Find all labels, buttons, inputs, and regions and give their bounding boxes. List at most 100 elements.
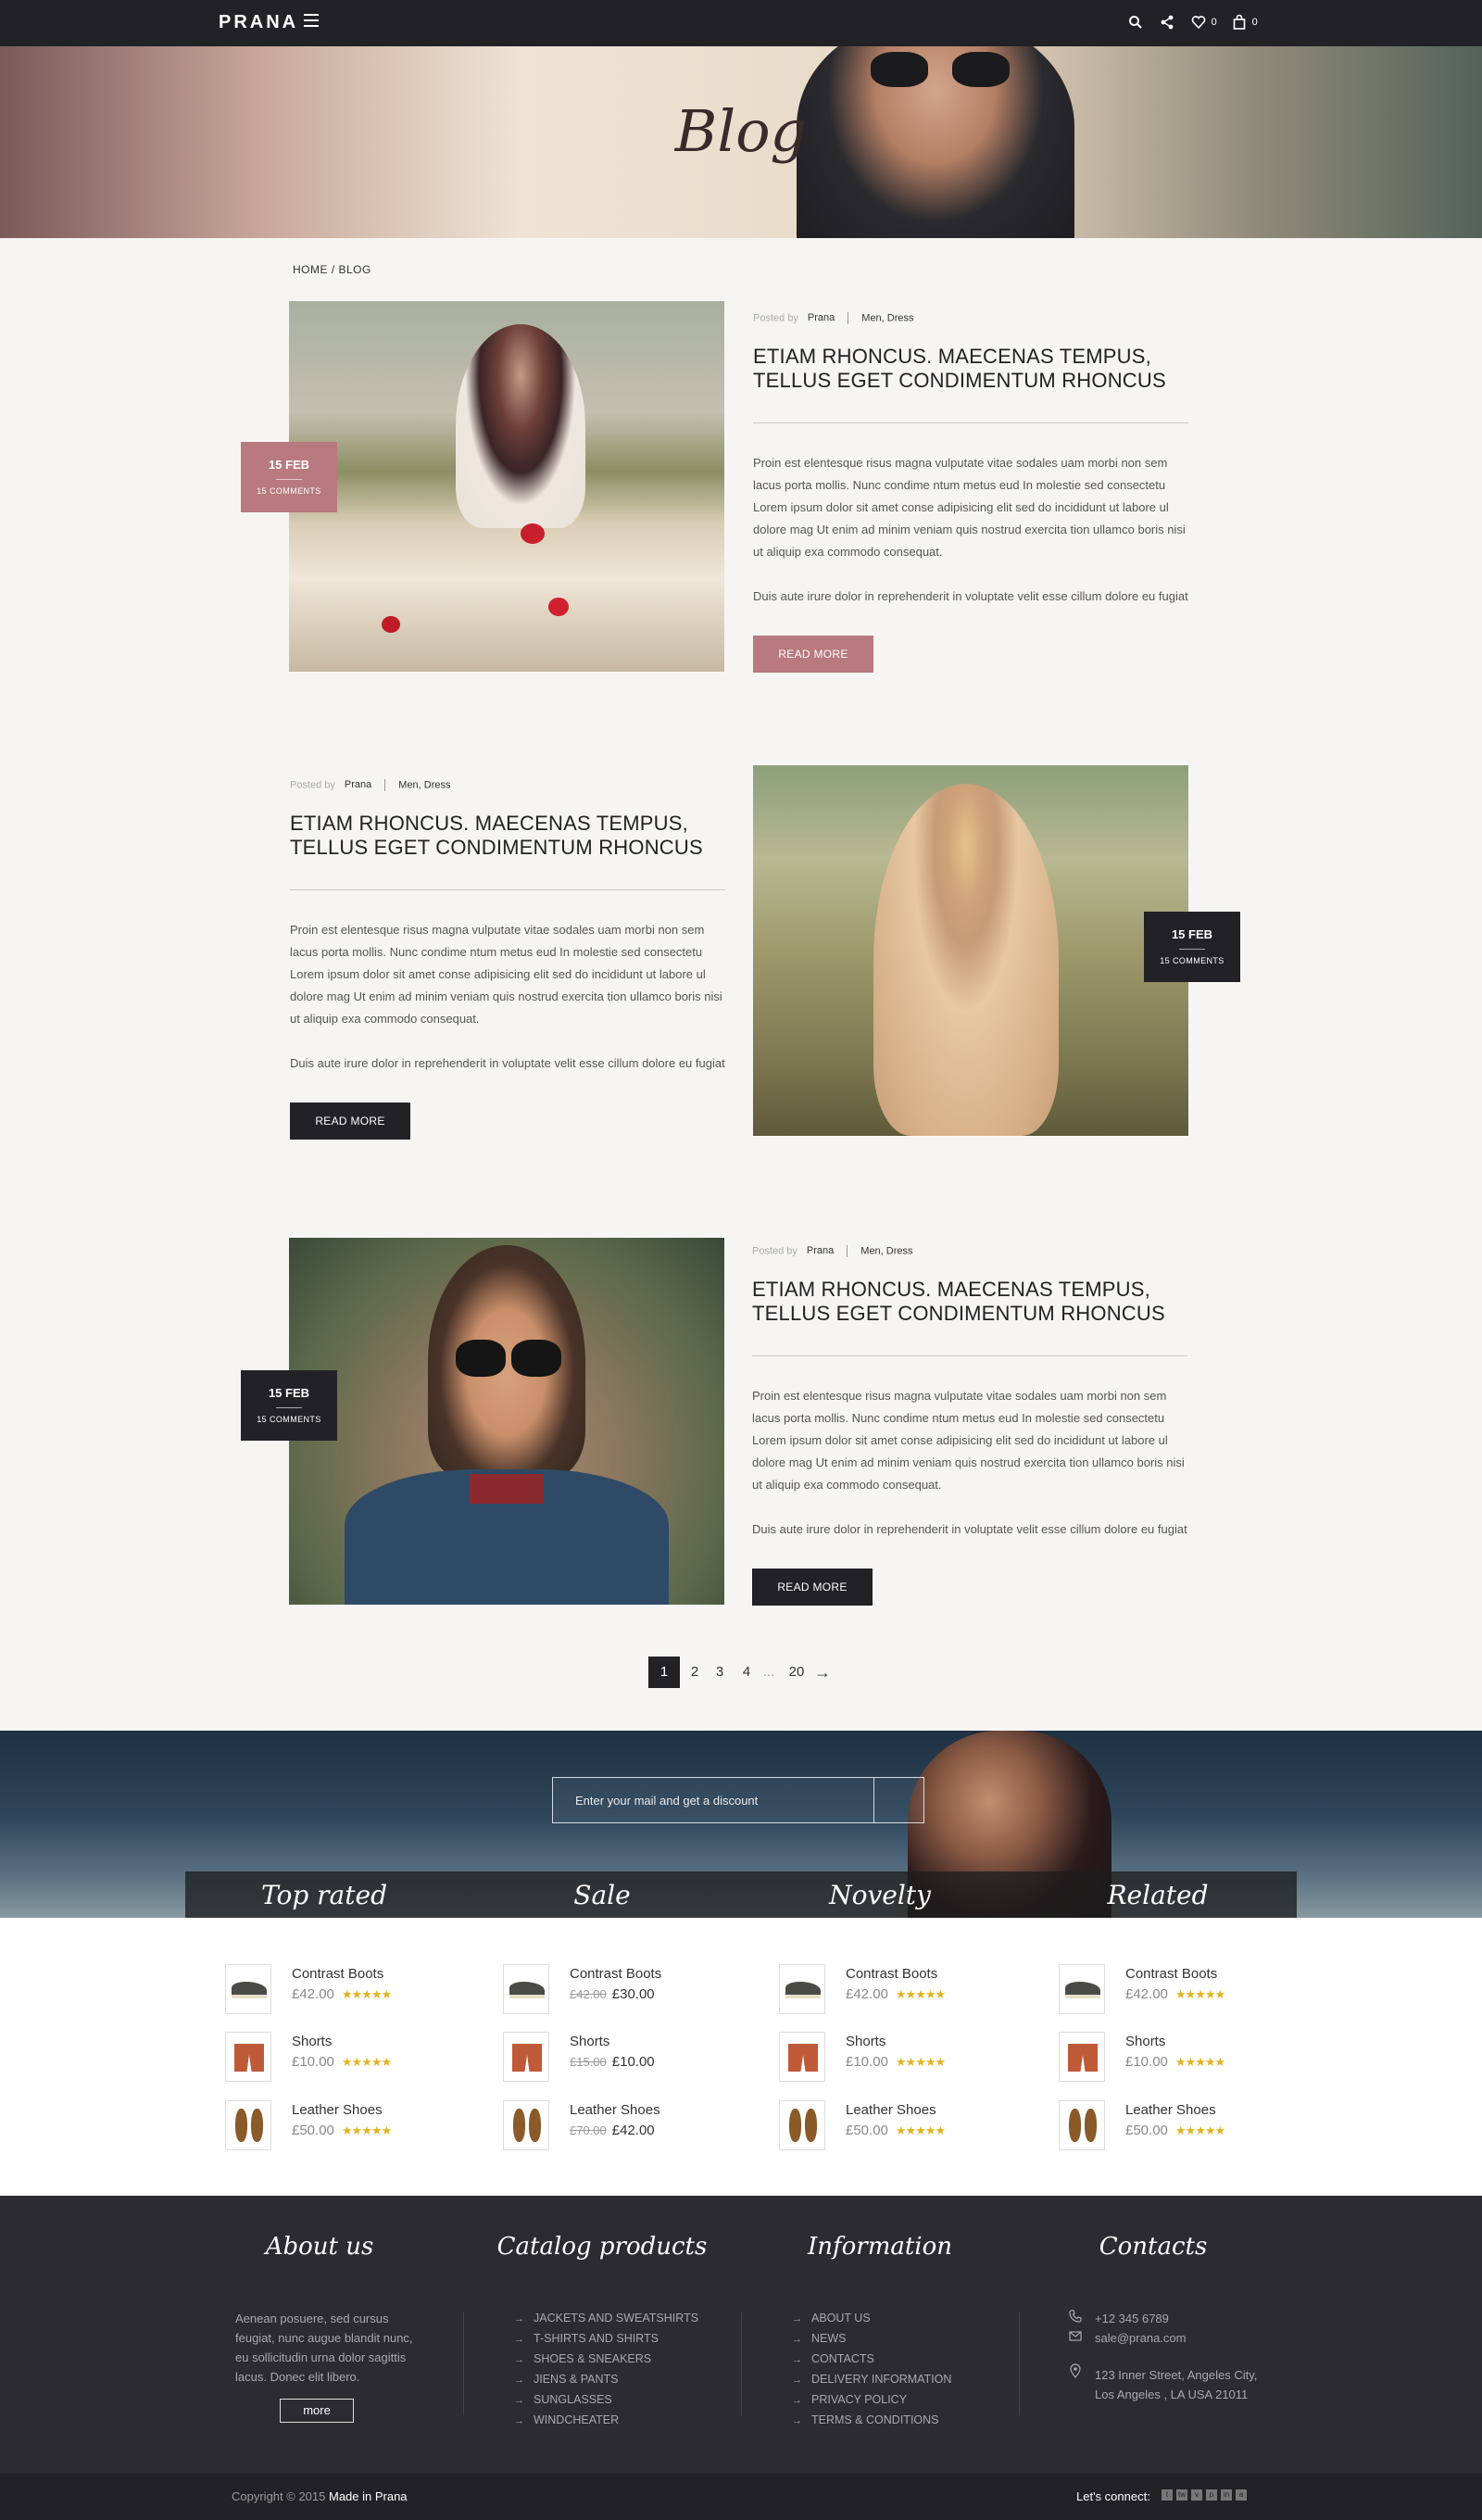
product-name[interactable]: Contrast Boots xyxy=(570,1966,661,1982)
page-link-current[interactable]: 1 xyxy=(648,1657,680,1688)
footer-link[interactable]: DELIVERY INFORMATION xyxy=(792,2370,951,2390)
product-item[interactable]: Contrast Boots £42.00 £30.00 xyxy=(503,1964,753,2016)
page-link[interactable]: 2 xyxy=(685,1657,704,1688)
social-icon[interactable]: a xyxy=(1236,2489,1247,2501)
logo[interactable]: PRANA xyxy=(219,12,298,33)
vimeo-icon[interactable]: v xyxy=(1191,2489,1202,2501)
product-name[interactable]: Contrast Boots xyxy=(292,1966,383,1982)
post-tags[interactable]: Men, Dress xyxy=(398,779,450,790)
product-name[interactable]: Shorts xyxy=(570,2034,609,2049)
product-name[interactable]: Leather Shoes xyxy=(292,2102,383,2118)
product-name[interactable]: Leather Shoes xyxy=(570,2102,660,2118)
product-item[interactable]: Shorts £10.00 ★★★★★ xyxy=(225,2032,475,2084)
product-thumbnail[interactable] xyxy=(1059,1964,1105,2014)
price-value: £42.00 xyxy=(1125,1986,1168,2002)
email-input[interactable] xyxy=(553,1778,873,1822)
product-item[interactable]: Contrast Boots £42.00 ★★★★★ xyxy=(225,1964,475,2016)
post-tags[interactable]: Men, Dress xyxy=(861,312,913,323)
product-name[interactable]: Shorts xyxy=(1125,2034,1165,2049)
page-link[interactable]: 4 xyxy=(737,1657,756,1688)
product-item[interactable]: Leather Shoes £50.00 ★★★★★ xyxy=(1059,2100,1309,2152)
product-thumbnail[interactable] xyxy=(503,2032,549,2082)
product-name[interactable]: Shorts xyxy=(292,2034,332,2049)
product-name[interactable]: Leather Shoes xyxy=(846,2102,936,2118)
post-author[interactable]: Prana xyxy=(345,779,371,790)
footer-link[interactable]: PRIVACY POLICY xyxy=(792,2390,951,2411)
breadcrumb[interactable]: HOME / BLOG xyxy=(293,263,371,276)
post-title[interactable]: ETIAM RHONCUS. MAECENAS TEMPUS, TELLUS E… xyxy=(752,1278,1187,1326)
product-item[interactable]: Shorts £10.00 ★★★★★ xyxy=(779,2032,1029,2084)
comment-count[interactable]: 15 COMMENTS xyxy=(241,486,337,496)
product-item[interactable]: Shorts £15.00 £10.00 xyxy=(503,2032,753,2084)
post-image[interactable] xyxy=(753,765,1188,1136)
wishlist-button[interactable]: 0 xyxy=(1191,13,1217,32)
about-text: Aenean posuere, sed cursus feugiat, nunc… xyxy=(235,2312,413,2384)
more-button[interactable]: more xyxy=(280,2399,354,2423)
bottom-bar: Copyright © 2015 Made in Prana Let's con… xyxy=(0,2474,1482,2520)
footer-link[interactable]: NEWS xyxy=(792,2329,951,2350)
footer-link[interactable]: JACKETS AND SWEATSHIRTS xyxy=(514,2309,698,2329)
post-tags[interactable]: Men, Dress xyxy=(860,1245,912,1256)
post-title[interactable]: ETIAM RHONCUS. MAECENAS TEMPUS, TELLUS E… xyxy=(290,812,725,860)
subscribe-submit-button[interactable] xyxy=(873,1778,923,1822)
search-icon[interactable] xyxy=(1128,13,1143,32)
product-thumbnail[interactable] xyxy=(503,2100,549,2150)
footer-link[interactable]: SHOES & SNEAKERS xyxy=(514,2350,698,2370)
product-name[interactable]: Contrast Boots xyxy=(1125,1966,1217,1982)
footer-link[interactable]: SUNGLASSES xyxy=(514,2390,698,2411)
comment-count[interactable]: 15 COMMENTS xyxy=(241,1415,337,1424)
read-more-button[interactable]: READ MORE xyxy=(290,1102,410,1140)
share-icon[interactable] xyxy=(1160,13,1174,32)
cart-button[interactable]: 0 xyxy=(1232,13,1258,32)
read-more-button[interactable]: READ MORE xyxy=(752,1569,873,1606)
footer-link[interactable]: ABOUT US xyxy=(792,2309,951,2329)
product-item[interactable]: Leather Shoes £70.00 £42.00 xyxy=(503,2100,753,2152)
product-thumbnail[interactable] xyxy=(779,1964,825,2014)
page-link[interactable]: 3 xyxy=(710,1657,729,1688)
comment-count[interactable]: 15 COMMENTS xyxy=(1144,956,1240,965)
product-item[interactable]: Leather Shoes £50.00 ★★★★★ xyxy=(225,2100,475,2152)
divider xyxy=(741,2312,742,2415)
next-page-arrow-icon[interactable]: → xyxy=(813,1657,832,1688)
linkedin-icon[interactable]: in xyxy=(1221,2489,1232,2501)
footer-link[interactable]: TERMS & CONDITIONS xyxy=(792,2411,951,2431)
product-thumbnail[interactable] xyxy=(503,1964,549,2014)
tab-sale[interactable]: Sale xyxy=(463,1871,741,1918)
page-link[interactable]: 20 xyxy=(785,1657,808,1688)
post-author[interactable]: Prana xyxy=(808,312,835,323)
product-thumbnail[interactable] xyxy=(1059,2032,1105,2082)
footer-link[interactable]: JIENS & PANTS xyxy=(514,2370,698,2390)
post-author[interactable]: Prana xyxy=(807,1245,834,1256)
made-in-link[interactable]: Made in Prana xyxy=(329,2489,408,2503)
product-item[interactable]: Shorts £10.00 ★★★★★ xyxy=(1059,2032,1309,2084)
footer-link[interactable]: CONTACTS xyxy=(792,2350,951,2370)
product-thumbnail[interactable] xyxy=(779,2032,825,2082)
contact-phone[interactable]: +12 345 6789 xyxy=(1095,2309,1169,2328)
pinterest-icon[interactable]: p xyxy=(1206,2489,1217,2501)
star-rating-icon: ★★★★★ xyxy=(341,2055,392,2069)
product-thumbnail[interactable] xyxy=(1059,2100,1105,2150)
product-item[interactable]: Leather Shoes £50.00 ★★★★★ xyxy=(779,2100,1029,2152)
product-name[interactable]: Shorts xyxy=(846,2034,885,2049)
post-title[interactable]: ETIAM RHONCUS. MAECENAS TEMPUS, TELLUS E… xyxy=(753,345,1188,393)
contact-email[interactable]: sale@prana.com xyxy=(1095,2328,1186,2348)
product-thumbnail[interactable] xyxy=(225,2100,271,2150)
read-more-button[interactable]: READ MORE xyxy=(753,636,873,673)
product-thumbnail[interactable] xyxy=(225,2032,271,2082)
post-image[interactable] xyxy=(289,1238,724,1605)
product-name[interactable]: Contrast Boots xyxy=(846,1966,937,1982)
twitter-icon[interactable]: tw xyxy=(1176,2489,1187,2501)
tab-top-rated[interactable]: Top rated xyxy=(185,1871,463,1918)
product-item[interactable]: Contrast Boots £42.00 ★★★★★ xyxy=(1059,1964,1309,2016)
tumblr-icon[interactable]: t xyxy=(1162,2489,1173,2501)
post-image[interactable] xyxy=(289,301,724,672)
tab-related[interactable]: Related xyxy=(1019,1871,1297,1918)
footer-link[interactable]: WINDCHEATER xyxy=(514,2411,698,2431)
hamburger-menu-icon[interactable] xyxy=(304,14,319,27)
product-name[interactable]: Leather Shoes xyxy=(1125,2102,1216,2118)
product-item[interactable]: Contrast Boots £42.00 ★★★★★ xyxy=(779,1964,1029,2016)
tab-novelty[interactable]: Novelty xyxy=(741,1871,1019,1918)
product-thumbnail[interactable] xyxy=(779,2100,825,2150)
footer-link[interactable]: T-SHIRTS AND SHIRTS xyxy=(514,2329,698,2350)
product-thumbnail[interactable] xyxy=(225,1964,271,2014)
